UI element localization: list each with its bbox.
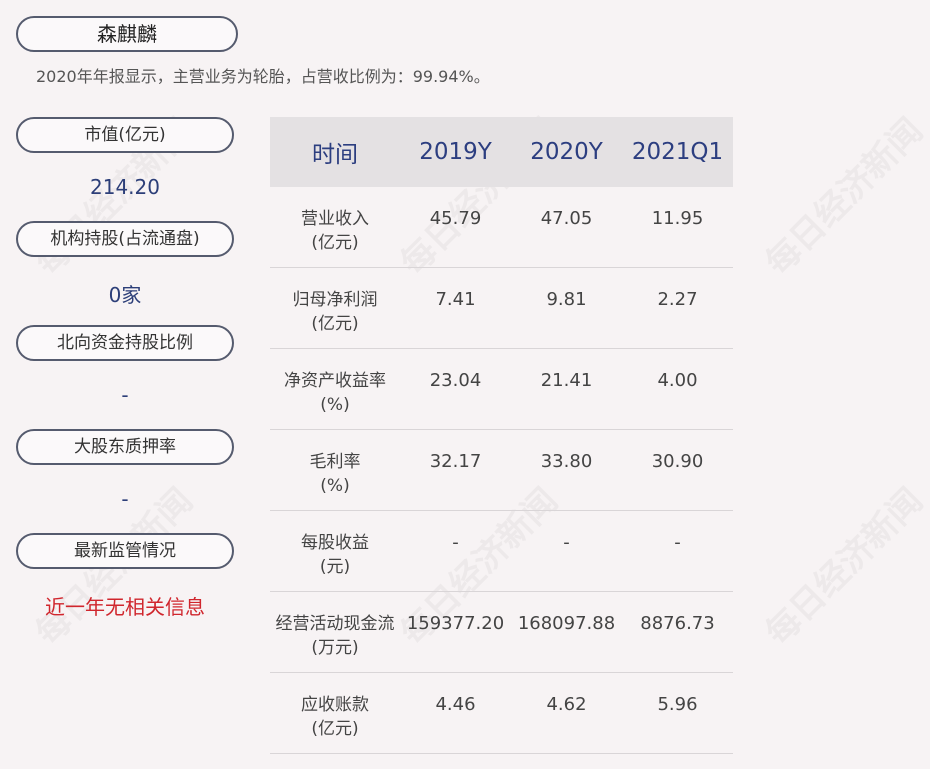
table-cell: 21.41: [540, 370, 593, 391]
table-cell: 23.04: [429, 370, 482, 391]
row-label-unit: (元): [319, 557, 351, 577]
header-2020: 2020Y: [530, 139, 603, 165]
header-2021q1: 2021Q1: [631, 139, 724, 165]
row-label-name: 经营活动现金流: [275, 614, 395, 634]
business-summary: 2020年年报显示，主营业务为轮胎，占营收比例为：99.94%。: [36, 67, 490, 86]
table-row: 每股收益 (元) - - -: [270, 511, 733, 592]
row-label-unit: (%): [320, 395, 350, 415]
row-label: 净资产收益率 (%): [270, 349, 400, 417]
header-2019: 2019Y: [419, 139, 492, 165]
regulation-value: 近一年无相关信息: [45, 595, 205, 619]
table-cell: 45.79: [429, 208, 482, 229]
table-row: 经营活动现金流 (万元) 159377.20 168097.88 8876.73: [270, 592, 733, 673]
row-label-unit: (%): [320, 476, 350, 496]
table-cell: 11.95: [651, 208, 704, 229]
institution-holding-label: 机构持股(占流通盘): [16, 221, 234, 257]
market-cap-label: 市值(亿元): [16, 117, 234, 153]
row-label-unit: (亿元): [311, 719, 359, 739]
watermark: 每日经济新闻: [758, 110, 930, 284]
table-cell: 2.27: [657, 289, 698, 310]
table-cell: 8876.73: [640, 613, 715, 634]
row-label-unit: (万元): [311, 638, 359, 658]
pledge-rate-value: -: [121, 487, 129, 511]
table-header: 时间 2019Y 2020Y 2021Q1: [270, 117, 733, 187]
table-cell: -: [674, 532, 681, 553]
row-label-unit: (亿元): [311, 314, 359, 334]
pledge-rate-label: 大股东质押率: [16, 429, 234, 465]
table-cell: 30.90: [651, 451, 704, 472]
regulation-label: 最新监管情况: [16, 533, 234, 569]
row-label-unit: (亿元): [311, 233, 359, 253]
row-label-name: 净资产收益率: [284, 371, 386, 391]
table-cell: -: [452, 532, 459, 553]
header-period: 时间: [312, 142, 358, 168]
row-label-name: 归母净利润: [292, 290, 378, 310]
northbound-holding-label: 北向资金持股比例: [16, 325, 234, 361]
table-cell: 33.80: [540, 451, 593, 472]
row-label: 营业收入 (亿元): [270, 187, 400, 255]
row-label-name: 毛利率: [309, 452, 361, 472]
row-label-name: 营业收入: [301, 209, 369, 229]
institution-holding-value: 0家: [108, 283, 142, 307]
watermark: 每日经济新闻: [758, 480, 930, 654]
table-cell: 47.05: [540, 208, 593, 229]
market-cap-value: 214.20: [90, 175, 160, 199]
row-label: 经营活动现金流 (万元): [270, 592, 400, 660]
table-row: 净资产收益率 (%) 23.04 21.41 4.00: [270, 349, 733, 430]
table-cell: 4.00: [657, 370, 698, 391]
table-cell: 5.96: [657, 694, 698, 715]
row-label-name: 每股收益: [301, 533, 369, 553]
table-cell: 4.46: [435, 694, 476, 715]
table-cell: 9.81: [546, 289, 587, 310]
table-row: 应收账款 (亿元) 4.46 4.62 5.96: [270, 673, 733, 754]
table-row: 归母净利润 (亿元) 7.41 9.81 2.27: [270, 268, 733, 349]
northbound-holding-value: -: [121, 383, 129, 407]
table-row: 毛利率 (%) 32.17 33.80 30.90: [270, 430, 733, 511]
row-label-name: 应收账款: [301, 695, 369, 715]
row-label: 应收账款 (亿元): [270, 673, 400, 741]
row-label: 毛利率 (%): [270, 430, 400, 498]
table-cell: -: [563, 532, 570, 553]
table-cell: 32.17: [429, 451, 482, 472]
company-name: 森麒麟: [16, 16, 238, 52]
table-cell: 7.41: [435, 289, 476, 310]
row-label: 每股收益 (元): [270, 511, 400, 579]
table-cell: 4.62: [546, 694, 587, 715]
table-cell: 168097.88: [517, 613, 616, 634]
row-label: 归母净利润 (亿元): [270, 268, 400, 336]
financial-table: 时间 2019Y 2020Y 2021Q1 营业收入 (亿元) 45.79 47.…: [270, 117, 733, 754]
table-row: 营业收入 (亿元) 45.79 47.05 11.95: [270, 187, 733, 268]
table-cell: 159377.20: [406, 613, 505, 634]
